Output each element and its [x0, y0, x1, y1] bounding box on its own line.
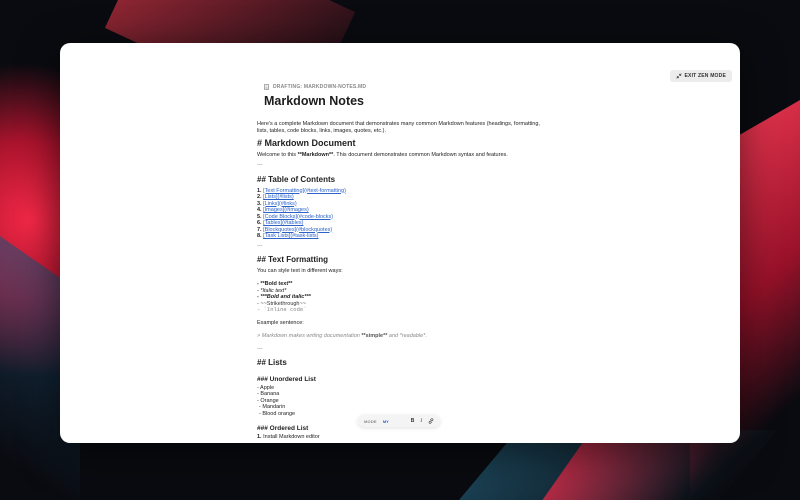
exit-zen-mode-button[interactable]: EXIT ZEN MODE — [669, 70, 732, 82]
document-icon — [264, 84, 269, 90]
drafting-label: DRAFTING: MARKDOWN-NOTES.MD — [273, 84, 367, 90]
unordered-list: - Apple - Banana - Orange - Mandarin - B… — [257, 385, 547, 418]
heading-lists: ## Lists — [257, 358, 287, 367]
intro-paragraph: Here's a complete Markdown document that… — [257, 121, 540, 134]
mode-label: MODE — [364, 418, 377, 424]
formatting-toolbar: MODE MY B I — [358, 415, 440, 427]
heading-markdown-document: # Markdown Document — [257, 137, 356, 148]
toc-link-blockquotes[interactable]: [Blockquotes](#blockquotes) — [263, 227, 332, 233]
markdown-editor-content[interactable]: Here's a complete Markdown document that… — [257, 121, 547, 440]
exit-zen-mode-label: EXIT ZEN MODE — [684, 73, 726, 79]
document-area[interactable]: DRAFTING: MARKDOWN-NOTES.MD Markdown Not… — [257, 83, 547, 443]
welcome-paragraph: Welcome to this **Markdown**. This docum… — [257, 152, 508, 158]
toc-link-lists[interactable]: [Lists](#lists) — [263, 194, 294, 200]
example-label: Example sentence: — [257, 319, 304, 326]
collapse-icon — [675, 73, 682, 79]
toc-link-text-formatting[interactable]: [Text Formatting](#text-formatting) — [263, 188, 346, 194]
horizontal-rule: --- — [257, 242, 263, 249]
heading-text-formatting: ## Text Formatting — [257, 255, 328, 264]
editor-window: EXIT ZEN MODE DRAFTING: MARKDOWN-NOTES.M… — [60, 43, 740, 443]
ordered-list-item: 1. Install Markdown editor — [257, 433, 320, 440]
link-icon[interactable] — [428, 418, 434, 424]
toc-link-images[interactable]: [Images](#images) — [263, 207, 309, 213]
toc-link-task-lists[interactable]: [Task Lists](#task-lists) — [263, 233, 318, 239]
bold-button[interactable]: B — [411, 418, 415, 424]
formatting-list: - **Bold text** - *Italic text* - ***Bol… — [257, 281, 547, 314]
drafting-indicator: DRAFTING: MARKDOWN-NOTES.MD — [264, 84, 366, 90]
blockquote-example: > Markdown makes writing documentation *… — [257, 332, 427, 339]
toc-link-code-blocks[interactable]: [Code Blocks](#code-blocks) — [263, 214, 333, 220]
document-title: Markdown Notes — [264, 94, 365, 108]
mode-selector[interactable]: MY — [383, 419, 389, 424]
italic-button[interactable]: I — [420, 419, 422, 424]
heading-table-of-contents: ## Table of Contents — [257, 174, 336, 184]
heading-unordered-list: ### Unordered List — [257, 376, 316, 383]
horizontal-rule: --- — [257, 162, 263, 168]
toc-link-tables[interactable]: [Tables](#tables) — [263, 220, 303, 226]
horizontal-rule: --- — [257, 345, 263, 352]
toc-list: 1. [Text Formatting](#text-formatting) 2… — [257, 188, 547, 240]
toc-link-links[interactable]: [Links](#links) — [263, 201, 297, 207]
text-formatting-intro: You can style text in different ways: — [257, 268, 343, 274]
